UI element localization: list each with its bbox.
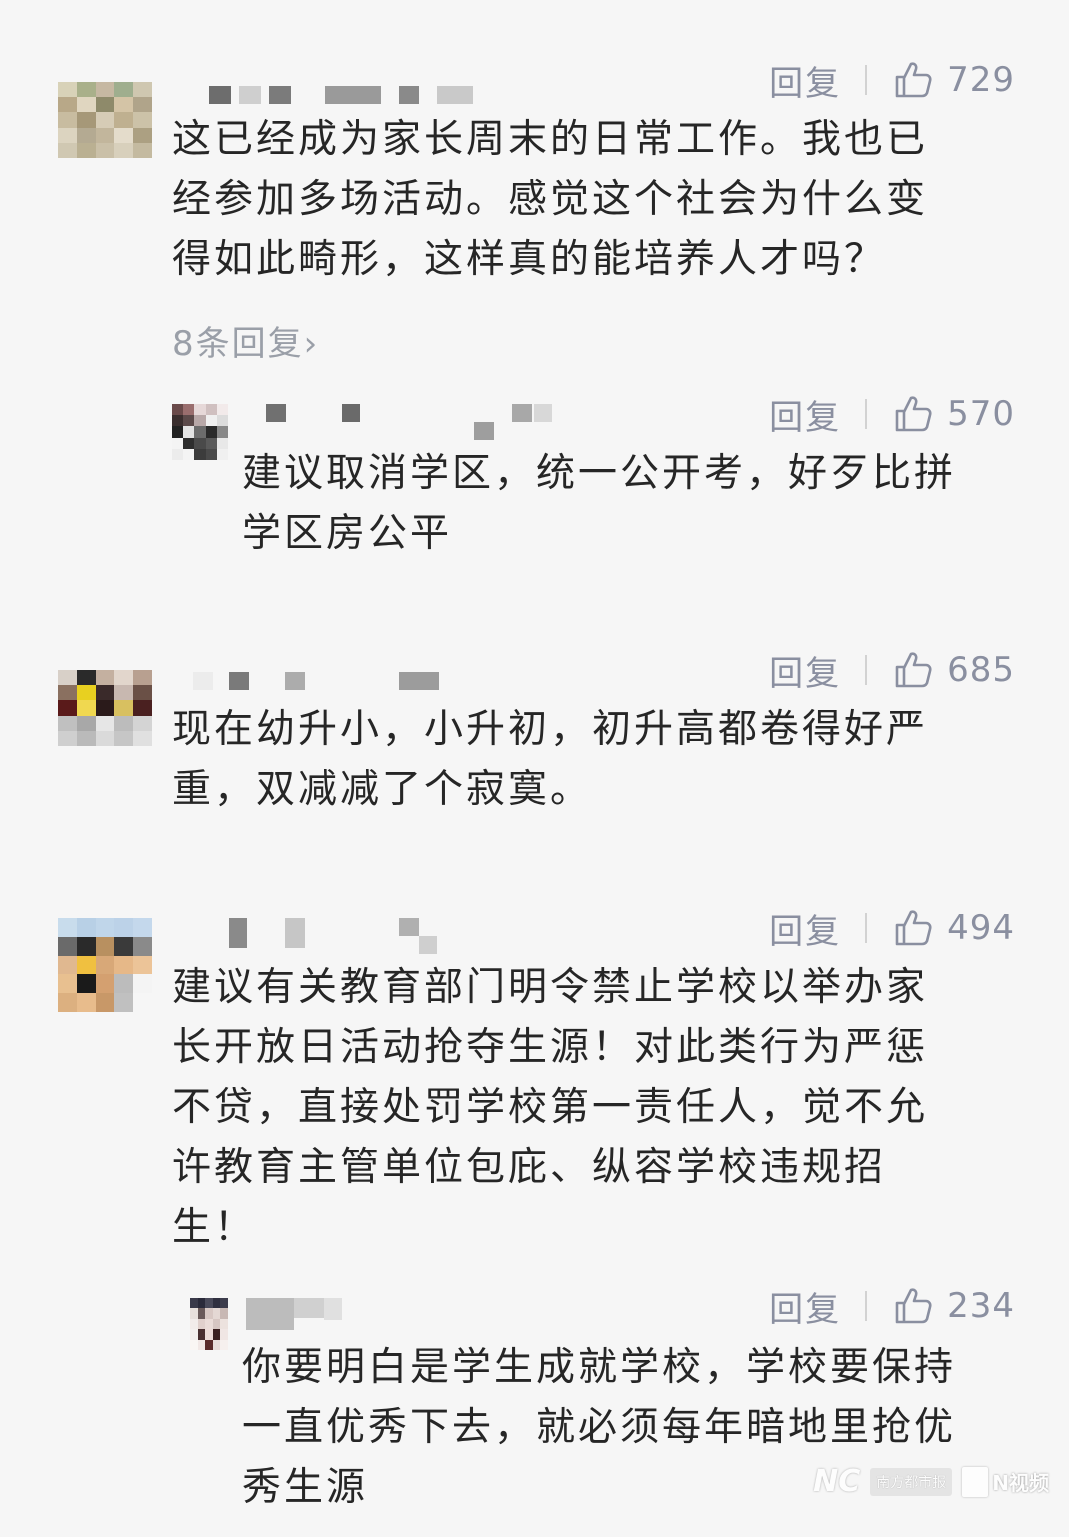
reply-button[interactable]: 回复 (769, 904, 841, 953)
reply-button[interactable]: 回复 (769, 1282, 841, 1331)
comment-actions: 回复 494 (769, 904, 1015, 952)
reply-button[interactable]: 回复 (769, 56, 841, 105)
thumbs-up-icon (895, 910, 932, 946)
divider (865, 1291, 868, 1321)
thumbs-up-icon (895, 396, 932, 432)
reply-actions: 回复 570 (769, 390, 1015, 438)
n-video-logo-icon (962, 1466, 989, 1497)
avatar[interactable] (58, 918, 152, 1012)
reply-nickname-pixelated (246, 1298, 366, 1330)
divider (865, 65, 868, 95)
reply-actions: 回复 234 (769, 1282, 1015, 1330)
divider (865, 913, 868, 943)
like-button[interactable]: 234 (893, 1286, 1015, 1326)
like-count: 685 (947, 650, 1015, 690)
comment-text: 这已经成为家长周末的日常工作。我也已 经参加多场活动。感觉这个社会为什么变 得如… (172, 117, 929, 282)
reply-nickname-pixelated (262, 404, 562, 440)
like-count: 729 (947, 60, 1015, 100)
reply-button[interactable]: 回复 (769, 646, 841, 695)
reply-avatar[interactable] (190, 1298, 228, 1350)
comment-actions: 回复 729 (769, 56, 1015, 104)
watermark-brand: NC (813, 1464, 861, 1499)
like-count: 570 (947, 394, 1015, 434)
nickname-pixelated (175, 86, 485, 108)
nickname-pixelated (175, 672, 455, 694)
watermark: NC 南方都市报 N视频 (813, 1464, 1049, 1499)
comment-actions: 回复 685 (769, 646, 1015, 694)
reply-button[interactable]: 回复 (769, 390, 841, 439)
like-count: 494 (947, 908, 1015, 948)
thumbs-up-icon (895, 62, 932, 98)
view-replies-link[interactable]: 8条回复› (172, 316, 319, 365)
like-button[interactable]: 685 (893, 650, 1015, 690)
divider (865, 399, 868, 429)
like-button[interactable]: 570 (893, 394, 1015, 434)
avatar[interactable] (58, 82, 152, 158)
avatar[interactable] (58, 670, 152, 746)
like-button[interactable]: 729 (893, 60, 1015, 100)
watermark-badge: 南方都市报 (870, 1467, 953, 1496)
like-count: 234 (947, 1286, 1015, 1326)
divider (865, 655, 868, 685)
reply-text: 建议取消学区，统一公开考，好歹比拼 学区房公平 (242, 451, 957, 556)
thumbs-up-icon (895, 1288, 932, 1324)
nickname-pixelated (175, 918, 455, 954)
watermark-video: N视频 (962, 1466, 1049, 1497)
like-button[interactable]: 494 (893, 908, 1015, 948)
comment-text: 现在幼升小，小升初，初升高都卷得好严 重，双减减了个寂寞。 (172, 707, 929, 812)
comment-text: 建议有关教育部门明令禁止学校以举办家 长开放日活动抢夺生源！对此类行为严惩 不贷… (172, 965, 929, 1250)
reply-avatar[interactable] (172, 404, 228, 460)
thumbs-up-icon (895, 652, 932, 688)
